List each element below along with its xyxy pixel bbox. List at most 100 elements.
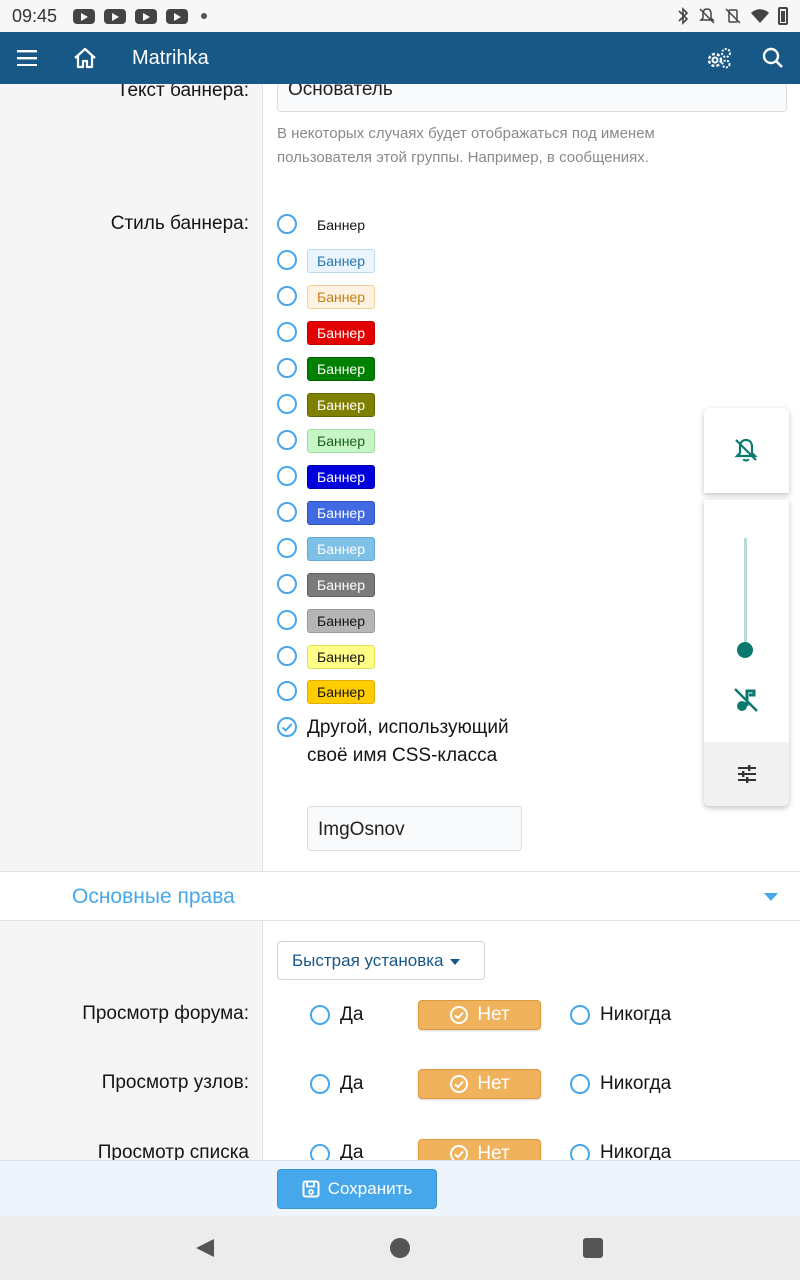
save-bar: Сохранить xyxy=(0,1160,800,1216)
banner-style-radio[interactable] xyxy=(277,646,297,666)
permission-no-label: Нет xyxy=(477,1073,510,1094)
banner-style-option[interactable]: Баннер xyxy=(307,357,376,381)
banner-style-radio[interactable] xyxy=(277,610,297,630)
banner-style-option[interactable]: Баннер xyxy=(307,393,376,417)
checked-radio-icon[interactable] xyxy=(276,716,298,738)
battery-icon xyxy=(778,7,788,25)
banner-style-option[interactable]: Баннер xyxy=(307,429,376,453)
permission-yes-radio[interactable] xyxy=(310,1144,330,1160)
home-nav-icon[interactable] xyxy=(390,1238,410,1258)
hamburger-icon xyxy=(17,50,37,66)
banner-style-radio[interactable] xyxy=(277,250,297,270)
banner-style-radio[interactable] xyxy=(277,358,297,378)
chevron-down-icon xyxy=(764,893,778,901)
youtube-notification-icon xyxy=(166,8,189,24)
recents-icon[interactable] xyxy=(583,1238,603,1258)
permission-never-radio[interactable] xyxy=(570,1005,590,1025)
vibrate-off-icon xyxy=(725,8,741,24)
permission-yes-label[interactable]: Да xyxy=(340,1142,363,1160)
app-title: Matrihka xyxy=(132,46,209,69)
permission-never-label[interactable]: Никогда xyxy=(600,1142,671,1160)
permission-yes-label[interactable]: Да xyxy=(340,1004,363,1026)
banner-style-option[interactable]: Баннер xyxy=(307,501,376,525)
banner-text-label: Текст баннера: xyxy=(116,84,249,101)
quick-set-label: Быстрая установка xyxy=(292,951,444,970)
section-header-basic-permissions[interactable]: Основные права xyxy=(0,871,800,921)
permission-never-label[interactable]: Никогда xyxy=(600,1073,671,1095)
banner-style-option[interactable]: Баннер xyxy=(307,645,376,669)
permission-no-selected[interactable]: Нет xyxy=(418,1069,541,1099)
permission-no-label: Нет xyxy=(477,1004,510,1025)
save-label: Сохранить xyxy=(327,1179,413,1198)
banner-style-option[interactable]: Баннер xyxy=(307,537,376,561)
banner-style-option[interactable]: Баннер xyxy=(307,609,376,633)
permission-never-radio[interactable] xyxy=(570,1144,590,1160)
wifi-icon xyxy=(751,9,769,23)
banner-style-radio[interactable] xyxy=(277,538,297,558)
gears-icon xyxy=(707,48,731,69)
permission-yes-label[interactable]: Да xyxy=(340,1073,363,1095)
banner-style-radio[interactable] xyxy=(277,322,297,342)
sliders-icon xyxy=(738,765,756,783)
label-column xyxy=(0,84,263,871)
music-off-icon[interactable] xyxy=(732,686,760,714)
banner-style-radio[interactable] xyxy=(277,430,297,450)
home-button[interactable] xyxy=(58,32,112,84)
notifications-off-icon xyxy=(699,8,715,24)
banner-style-option[interactable]: Баннер xyxy=(307,321,376,345)
settings-button[interactable] xyxy=(692,32,746,84)
menu-button[interactable] xyxy=(0,32,54,84)
caret-down-icon xyxy=(449,958,460,965)
banner-style-radio[interactable] xyxy=(277,574,297,594)
bell-off-icon xyxy=(734,438,758,462)
back-icon[interactable] xyxy=(194,1237,216,1259)
banner-style-option[interactable]: Баннер xyxy=(307,213,376,237)
banner-style-radio[interactable] xyxy=(277,286,297,306)
banner-style-radio[interactable] xyxy=(277,466,297,486)
banner-style-option[interactable]: Баннер xyxy=(307,249,376,273)
banner-style-radio[interactable] xyxy=(277,681,297,701)
banner-style-option[interactable]: Баннер xyxy=(307,573,376,597)
css-class-input[interactable]: ImgOsnov xyxy=(307,806,522,851)
youtube-notification-icon xyxy=(73,8,96,24)
check-circle-icon xyxy=(450,1145,469,1160)
permission-yes-radio[interactable] xyxy=(310,1005,330,1025)
status-time: 09:45 xyxy=(12,5,58,26)
bluetooth-icon xyxy=(678,7,689,25)
permission-no-label: Нет xyxy=(477,1143,510,1160)
more-notifications-icon xyxy=(201,13,208,19)
banner-style-radio[interactable] xyxy=(277,502,297,522)
form-content[interactable]: Текст баннера: Основатель В некоторых сл… xyxy=(0,84,800,1160)
permission-never-radio[interactable] xyxy=(570,1074,590,1094)
system-navigation-bar xyxy=(0,1216,800,1280)
banner-style-radio[interactable] xyxy=(277,394,297,414)
check-circle-icon xyxy=(450,1075,469,1093)
status-bar: 09:45 xyxy=(0,0,800,32)
search-icon xyxy=(762,47,783,68)
permission-never-label[interactable]: Никогда xyxy=(600,1004,671,1026)
permission-label: Просмотр списка xyxy=(97,1142,249,1160)
banner-style-option[interactable]: Баннер xyxy=(307,285,376,309)
volume-panel xyxy=(704,500,789,806)
banner-style-option[interactable]: Баннер xyxy=(307,680,376,704)
save-button[interactable]: Сохранить xyxy=(277,1169,437,1209)
banner-style-option[interactable]: Баннер xyxy=(307,465,376,489)
youtube-notification-icon xyxy=(104,8,127,24)
quick-set-dropdown[interactable]: Быстрая установка xyxy=(277,941,485,980)
permission-yes-radio[interactable] xyxy=(310,1074,330,1094)
custom-css-option-label[interactable]: Другой, использующий своё имя CSS-класса xyxy=(307,714,527,770)
ringer-mode-button[interactable] xyxy=(704,408,789,493)
search-button[interactable] xyxy=(746,32,800,84)
volume-track[interactable] xyxy=(744,538,747,650)
label-column xyxy=(0,920,263,1160)
banner-style-radio[interactable] xyxy=(277,214,297,234)
home-icon xyxy=(74,47,96,69)
section-title: Основные права xyxy=(72,885,235,908)
banner-text-input[interactable]: Основатель xyxy=(277,84,787,112)
youtube-notification-icon xyxy=(135,8,158,24)
volume-slider-thumb[interactable] xyxy=(737,642,753,658)
floppy-disk-icon xyxy=(302,1180,320,1198)
permission-no-selected[interactable]: Нет xyxy=(418,1139,541,1160)
volume-settings-button[interactable] xyxy=(704,742,789,806)
permission-no-selected[interactable]: Нет xyxy=(418,1000,541,1030)
